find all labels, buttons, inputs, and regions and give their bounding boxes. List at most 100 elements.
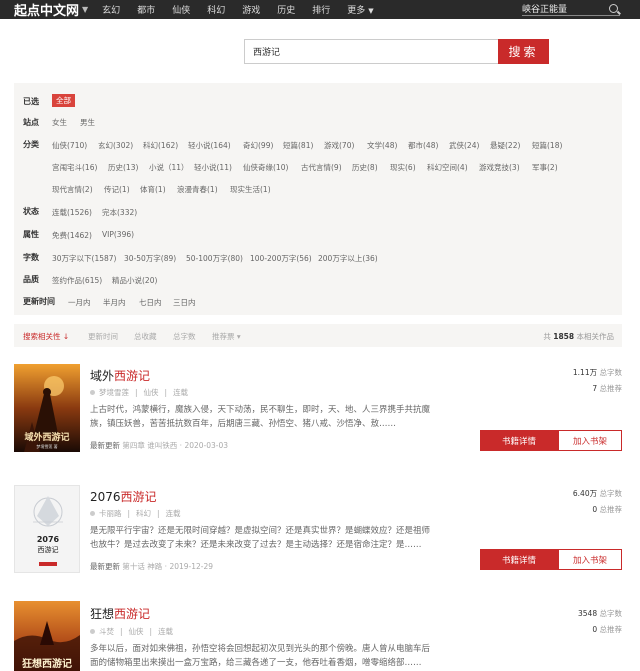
filter-option[interactable]: 精品小说(20) [112, 275, 157, 286]
book-cover[interactable]: 2076 西游记 [14, 485, 80, 573]
update-time: 2019-12-29 [169, 562, 214, 571]
book-cover[interactable]: 狂想西游记 [14, 601, 80, 671]
filter-option[interactable]: 文学(48) [367, 140, 397, 151]
filter-option[interactable]: 军事(2) [532, 162, 558, 173]
book-cover-image: 狂想西游记 [14, 601, 80, 671]
search-button[interactable]: 搜索 [498, 39, 549, 64]
filter-option[interactable]: 50-100万字(80) [186, 253, 243, 264]
nav-link-more[interactable]: 更多 ▼ [347, 3, 373, 16]
book-update: 最新更新 第四章 谁叫铁西 · 2020-03-03 [90, 441, 229, 450]
filter-option[interactable]: 短篇(18) [532, 140, 562, 151]
separator: | [149, 627, 153, 636]
book-author[interactable]: 斗焚 [99, 626, 114, 637]
filter-option[interactable]: 七日内 [139, 297, 162, 308]
sort-collection[interactable]: 总收藏 [134, 331, 157, 342]
search-icon[interactable] [609, 3, 618, 13]
sort-update-time[interactable]: 更新时间 [88, 331, 118, 342]
filter-option[interactable]: 30万字以下(1587) [52, 253, 116, 264]
filter-option[interactable]: 玄幻(302) [98, 140, 133, 151]
filter-option[interactable]: 现代言情(2) [52, 184, 93, 195]
book-detail-button[interactable]: 书籍详情 [480, 430, 558, 451]
filter-option[interactable]: 签约作品(615) [52, 275, 102, 286]
filter-option[interactable]: 体育(1) [140, 184, 166, 195]
sort-recommend[interactable]: 推荐票 ▾ [212, 331, 241, 342]
book-author[interactable]: 卡丽路 [99, 508, 122, 519]
chevron-down-icon[interactable]: ▼ [82, 5, 88, 14]
book-title[interactable]: 狂想西游记 [90, 605, 150, 622]
filter-option[interactable]: 悬疑(22) [490, 140, 520, 151]
book-recommend: 0 总推荐 [592, 624, 622, 635]
filter-option[interactable]: 200万字以上(36) [318, 253, 378, 264]
rec-num: 7 [592, 384, 598, 393]
top-search-input[interactable]: 峡谷正能量 [522, 1, 620, 16]
words-unit: 总字数 [599, 368, 623, 377]
filter-option[interactable]: 轻小说(164) [188, 140, 231, 151]
book-genre[interactable]: 科幻 [136, 508, 151, 519]
nav-link-dushi[interactable]: 都市 [137, 3, 155, 16]
filter-option[interactable]: 现实生活(1) [230, 184, 271, 195]
filter-option[interactable]: 科幻(162) [143, 140, 178, 151]
book-title[interactable]: 域外西游记 [90, 367, 150, 384]
filter-option[interactable]: 历史(8) [352, 162, 378, 173]
filter-option[interactable]: 轻小说(11) [194, 162, 232, 173]
search-input[interactable] [244, 39, 498, 64]
book-title[interactable]: 2076西游记 [90, 488, 157, 505]
book-item: 狂想西游记 狂想西游记 斗焚 | 仙侠 | 连载 多年以后，面对如来佛祖，孙悟空将会… [14, 600, 622, 671]
filter-option[interactable]: 完本(332) [102, 207, 137, 218]
filter-option[interactable]: 古代言情(9) [301, 162, 342, 173]
filter-option[interactable]: 连载(1526) [52, 207, 92, 218]
filter-option[interactable]: 浪漫青春(1) [177, 184, 218, 195]
filter-option[interactable]: 科幻空间(4) [427, 162, 468, 173]
filter-label-quality: 品质 [23, 275, 39, 284]
filter-option[interactable]: 仙侠奇缘(10) [243, 162, 288, 173]
filter-option[interactable]: 游戏(70) [324, 140, 354, 151]
book-detail-button[interactable]: 书籍详情 [480, 549, 558, 570]
nav-link-xianxia[interactable]: 仙侠 [172, 3, 190, 16]
filter-option[interactable]: 武侠(24) [449, 140, 479, 151]
filter-option[interactable]: 小说（11） [149, 162, 189, 173]
site-logo[interactable]: 起点中文网 [14, 0, 79, 19]
filter-option[interactable]: 现实(6) [390, 162, 416, 173]
filter-option[interactable]: 免费(1462) [52, 230, 92, 241]
nav-link-lishi[interactable]: 历史 [277, 3, 295, 16]
book-genre[interactable]: 仙侠 [129, 626, 144, 637]
book-author[interactable]: 梦境雪莲 [99, 387, 129, 398]
sort-words[interactable]: 总字数 [173, 331, 196, 342]
filter-option-all[interactable]: 全部 [52, 94, 75, 107]
filter-option[interactable]: 30-50万字(89) [124, 253, 176, 264]
filter-option[interactable]: 都市(48) [408, 140, 438, 151]
filter-option[interactable]: 奇幻(99) [243, 140, 273, 151]
add-to-shelf-button[interactable]: 加入书架 [558, 430, 622, 451]
book-cover[interactable]: 域外西游记 梦境雪莲 著 [14, 364, 80, 452]
filter-panel: 已选 全部 站点 女生 男生 分类 仙侠(710) 玄幻(302) 科幻(162… [14, 83, 622, 315]
filter-option[interactable]: 男生 [80, 117, 95, 128]
book-title-text: 2076 [90, 490, 121, 504]
result-count-prefix: 共 [543, 332, 551, 341]
add-to-shelf-button[interactable]: 加入书架 [558, 549, 622, 570]
nav-link-xuanhuan[interactable]: 玄幻 [102, 3, 120, 16]
filter-option[interactable]: 半月内 [103, 297, 126, 308]
filter-option[interactable]: 三日内 [173, 297, 196, 308]
book-words: 1.11万 总字数 [573, 367, 622, 378]
update-chapter[interactable]: 第十话 神路 [122, 562, 162, 571]
filter-option[interactable]: 游戏竞技(3) [479, 162, 520, 173]
update-chapter[interactable]: 第四章 谁叫铁西 [122, 441, 177, 450]
filter-option[interactable]: 短篇(81) [283, 140, 313, 151]
filter-option[interactable]: VIP(396) [102, 230, 134, 239]
filter-option[interactable]: 传记(1) [104, 184, 130, 195]
filter-option[interactable]: 女生 [52, 117, 67, 128]
cover-title: 域外西游记 [24, 431, 69, 443]
filter-option[interactable]: 历史(13) [108, 162, 138, 173]
sort-relevance[interactable]: 搜索相关性 ↓ [23, 331, 69, 342]
nav-link-youxi[interactable]: 游戏 [242, 3, 260, 16]
avatar-icon [90, 629, 95, 634]
nav-link-paihang[interactable]: 排行 [312, 3, 330, 16]
filter-option[interactable]: 一月内 [68, 297, 91, 308]
filter-option[interactable]: 仙侠(710) [52, 140, 87, 151]
book-cover-image: 2076 西游记 [15, 486, 79, 572]
book-genre[interactable]: 仙侠 [144, 387, 159, 398]
nav-link-kehuan[interactable]: 科幻 [207, 3, 225, 16]
filter-option[interactable]: 宫闱宅斗(16) [52, 162, 97, 173]
book-intro: 是无限平行宇宙？还是无限时间穿越？是虚拟空间？还是真实世界？是蝴蝶效应？还是祖师… [90, 526, 431, 550]
filter-option[interactable]: 100-200万字(56) [250, 253, 312, 264]
